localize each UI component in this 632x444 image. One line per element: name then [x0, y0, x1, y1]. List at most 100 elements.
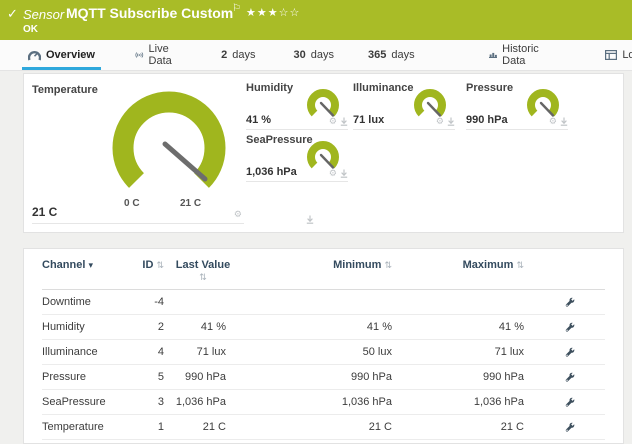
channel-settings-wrench-icon[interactable] — [534, 347, 605, 358]
cell-id: 5 — [134, 365, 172, 389]
channel-settings-wrench-icon[interactable] — [534, 422, 605, 433]
gauge-title: Illuminance — [353, 82, 414, 94]
gauge-value: 41 % — [246, 114, 271, 126]
column-header-id[interactable]: ID ⇅ — [134, 259, 172, 271]
table-row: Illuminance 4 71 lux 50 lux 71 lux — [42, 340, 605, 365]
cell-maximum: 1,036 hPa — [402, 390, 534, 414]
table-row: Humidity 2 41 % 41 % 41 % — [42, 315, 605, 340]
cell-minimum: 21 C — [234, 415, 402, 439]
pin-icon[interactable] — [306, 215, 314, 224]
cell-last-value: 71 lux — [172, 340, 234, 364]
column-header-channel[interactable]: Channel ▾ — [42, 259, 134, 271]
pin-icon[interactable] — [340, 169, 348, 178]
tab-label: Log — [622, 49, 632, 61]
pin-icon[interactable] — [447, 117, 455, 126]
priority-stars[interactable]: ★★★☆☆ — [246, 6, 300, 19]
live-data-icon — [135, 50, 144, 60]
cell-last-value: 21 C — [172, 415, 234, 439]
gauge-panel-humidity: Humidity 41 % ⚙ — [246, 82, 348, 130]
cell-minimum: 990 hPa — [234, 365, 402, 389]
status-check-icon: ✓ — [7, 6, 18, 22]
cell-channel: Humidity — [42, 315, 134, 339]
cell-maximum: 990 hPa — [402, 365, 534, 389]
gauge-title: Humidity — [246, 82, 293, 94]
tab-number: 365 — [368, 49, 386, 61]
priority-flag-icon[interactable]: ⚐ — [232, 3, 241, 14]
cell-minimum: 41 % — [234, 315, 402, 339]
column-header-minimum[interactable]: Minimum ⇅ — [234, 259, 402, 271]
sensor-title: MQTT Subscribe Custom — [66, 5, 233, 21]
cell-last-value: 41 % — [172, 315, 234, 339]
tab-label: days — [232, 49, 255, 61]
tab-label: Historic Data — [502, 43, 543, 67]
sort-icon: ⇅ — [199, 272, 207, 282]
tab-historic-data[interactable]: Historic Data — [483, 40, 550, 70]
gauge-panel-pressure: Pressure 990 hPa ⚙ — [466, 82, 568, 130]
cell-channel: Temperature — [42, 415, 134, 439]
tab-number: 2 — [221, 49, 227, 61]
cell-id: -4 — [134, 290, 172, 314]
sort-icon: ⇅ — [516, 260, 524, 270]
table-header-row: Channel ▾ ID ⇅ Last Value ⇅ Minimum ⇅ Ma… — [42, 249, 605, 290]
gauge-title: Temperature — [32, 84, 98, 96]
cell-id: 3 — [134, 390, 172, 414]
channel-settings-wrench-icon[interactable] — [534, 297, 605, 308]
sensor-kind-label: Sensor — [23, 7, 64, 22]
gauge-title: Pressure — [466, 82, 513, 94]
gauge-icon — [28, 50, 41, 61]
table-row: SeaPressure 3 1,036 hPa 1,036 hPa 1,036 … — [42, 390, 605, 415]
gauge-scale-max: 21 C — [180, 198, 201, 209]
tab-30-days[interactable]: 30 days — [288, 40, 341, 70]
gauge-settings-gear-icon[interactable]: ⚙ — [436, 116, 444, 127]
tab-overview[interactable]: Overview — [22, 40, 101, 70]
gauge-value: 71 lux — [353, 114, 384, 126]
bar-chart-icon — [489, 50, 498, 60]
tab-live-data[interactable]: Live Data — [129, 40, 183, 70]
gauge-settings-gear-icon[interactable]: ⚙ — [234, 209, 242, 220]
table-body: Downtime -4 Humidity 2 41 % 41 % 41 % Il… — [42, 290, 605, 440]
tab-log[interactable]: Log — [599, 40, 632, 70]
pin-icon[interactable] — [340, 117, 348, 126]
gauge-value: 21 C — [32, 205, 57, 219]
tab-365-days[interactable]: 365 days — [362, 40, 421, 70]
cell-minimum: 50 lux — [234, 340, 402, 364]
status-badge: OK — [23, 24, 38, 35]
table-row: Temperature 1 21 C 21 C 21 C — [42, 415, 605, 440]
column-header-maximum[interactable]: Maximum ⇅ — [402, 259, 534, 271]
cell-id: 4 — [134, 340, 172, 364]
tab-label: Overview — [46, 49, 95, 61]
cell-channel: Pressure — [42, 365, 134, 389]
gauge-settings-gear-icon[interactable]: ⚙ — [549, 116, 557, 127]
cell-channel: Illuminance — [42, 340, 134, 364]
cell-last-value: 990 hPa — [172, 365, 234, 389]
channel-settings-wrench-icon[interactable] — [534, 372, 605, 383]
gauge-panel-seapressure: SeaPressure 1,036 hPa ⚙ — [246, 134, 348, 182]
temperature-gauge-dial — [104, 86, 234, 208]
cell-minimum: 1,036 hPa — [234, 390, 402, 414]
gauge-panel-temperature: Temperature 0 C 21 C 21 C ⚙ — [32, 80, 244, 224]
channels-table-panel: Channel ▾ ID ⇅ Last Value ⇅ Minimum ⇅ Ma… — [23, 248, 624, 444]
tab-label: days — [391, 49, 414, 61]
sorted-desc-icon: ▾ — [88, 260, 93, 270]
tab-number: 30 — [294, 49, 306, 61]
stars-empty[interactable]: ☆☆ — [279, 7, 301, 19]
tab-2-days[interactable]: 2 days — [215, 40, 261, 70]
pin-icon[interactable] — [560, 117, 568, 126]
column-header-last-value[interactable]: Last Value ⇅ — [172, 259, 234, 283]
channel-settings-wrench-icon[interactable] — [534, 322, 605, 333]
cell-id: 1 — [134, 415, 172, 439]
sort-icon: ⇅ — [384, 260, 392, 270]
tab-label: Live Data — [149, 43, 178, 67]
cell-id: 2 — [134, 315, 172, 339]
stars-filled[interactable]: ★★★ — [246, 7, 279, 19]
gauge-value: 1,036 hPa — [246, 166, 297, 178]
sort-icon: ⇅ — [156, 260, 164, 270]
table-row: Pressure 5 990 hPa 990 hPa 990 hPa — [42, 365, 605, 390]
cell-maximum: 21 C — [402, 415, 534, 439]
channel-settings-wrench-icon[interactable] — [534, 397, 605, 408]
cell-last-value: 1,036 hPa — [172, 390, 234, 414]
gauge-settings-gear-icon[interactable]: ⚙ — [329, 116, 337, 127]
tab-bar: Overview Live Data 2 days 30 days 365 da… — [0, 40, 632, 71]
gauge-settings-gear-icon[interactable]: ⚙ — [329, 168, 337, 179]
cell-maximum: 71 lux — [402, 340, 534, 364]
